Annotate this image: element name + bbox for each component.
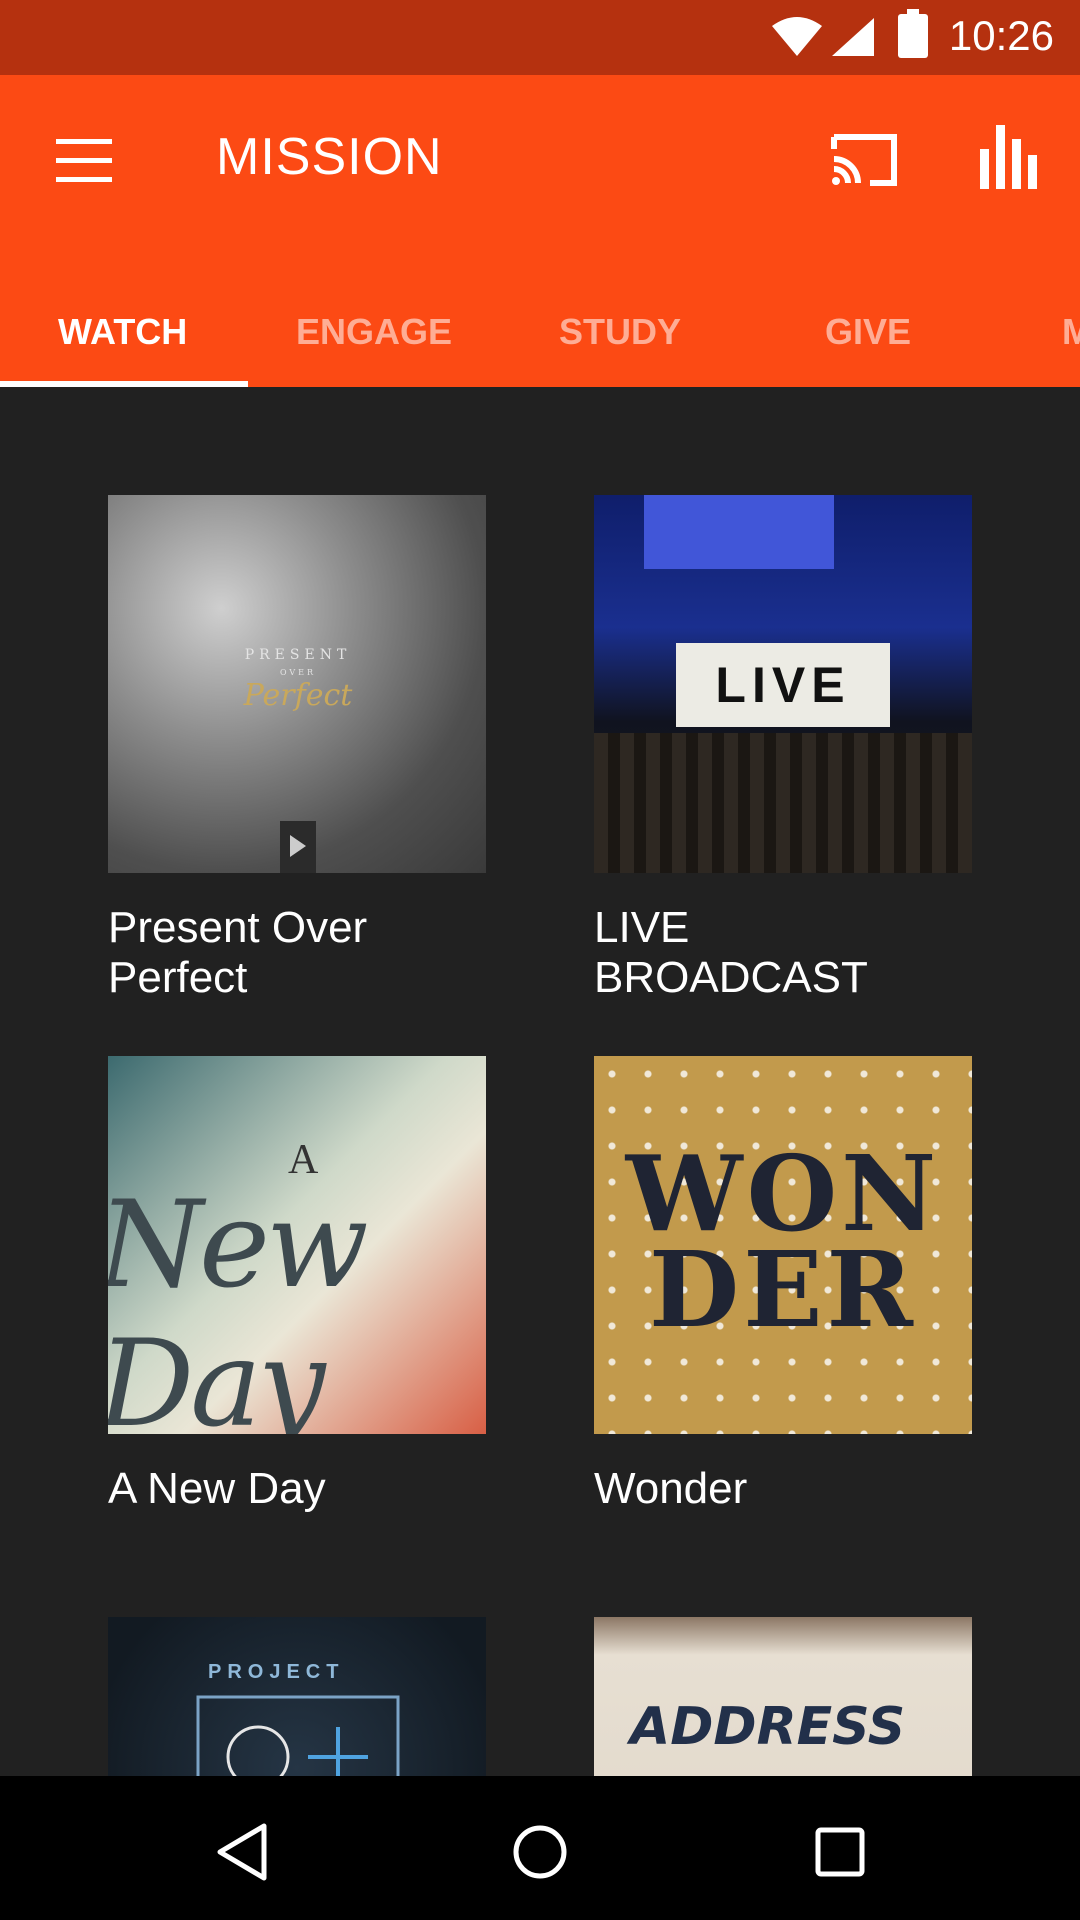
card-title: LIVE BROADCAST bbox=[594, 903, 868, 1002]
recents-icon[interactable] bbox=[812, 1822, 868, 1882]
card-present-over-perfect[interactable]: PRESENT OVER Perfect Present Over Perfec… bbox=[108, 495, 486, 1003]
status-time: 10:26 bbox=[948, 12, 1054, 59]
card-title: A New Day bbox=[108, 1464, 326, 1513]
tab-more[interactable]: M bbox=[1062, 273, 1080, 387]
card-thumbnail: ADDRESS bbox=[594, 1617, 972, 1776]
thumb-word: OVER bbox=[280, 668, 316, 677]
tab-give[interactable]: GIVE bbox=[825, 273, 911, 387]
wifi-icon bbox=[772, 17, 822, 56]
back-icon[interactable] bbox=[214, 1822, 270, 1882]
crowd bbox=[594, 733, 972, 873]
app-bar: MISSION WATCH ENGAGE STUDY GIVE M bbox=[0, 75, 1080, 387]
stats-icon[interactable] bbox=[980, 125, 1038, 189]
card-thumbnail: WON DER bbox=[594, 1056, 972, 1434]
menu-icon[interactable] bbox=[56, 139, 112, 185]
card-thumbnail: PRESENT OVER Perfect bbox=[108, 495, 486, 873]
card-thumbnail: A New Day bbox=[108, 1056, 486, 1434]
card-wonder[interactable]: WON DER Wonder bbox=[594, 1056, 972, 1514]
tab-study[interactable]: STUDY bbox=[559, 273, 681, 387]
signal-icon bbox=[832, 18, 874, 56]
battery-icon bbox=[898, 9, 928, 58]
system-nav-bar bbox=[0, 1776, 1080, 1920]
thumb-word: ADDRESS bbox=[630, 1697, 906, 1757]
card-title: Wonder bbox=[594, 1464, 748, 1513]
card-project[interactable]: PROJECT bbox=[108, 1617, 486, 1776]
card-a-new-day[interactable]: A New Day A New Day bbox=[108, 1056, 486, 1514]
thumb-word-group: WON DER bbox=[624, 1142, 942, 1351]
tab-bar: WATCH ENGAGE STUDY GIVE M bbox=[0, 273, 1080, 387]
thumb-word: PRESENT bbox=[245, 647, 352, 663]
play-icon bbox=[280, 821, 316, 873]
live-badge: LIVE bbox=[676, 643, 890, 727]
thumb-text-overlay: PRESENT OVER Perfect bbox=[243, 647, 354, 713]
card-thumbnail: LIVE bbox=[594, 495, 972, 873]
thumb-word: Perfect bbox=[243, 678, 354, 713]
card-title: Present Over Perfect bbox=[108, 903, 368, 1002]
status-bar: 10:26 bbox=[0, 0, 1080, 75]
media-grid: PRESENT OVER Perfect Present Over Perfec… bbox=[0, 387, 1080, 1776]
stage-screen bbox=[644, 495, 834, 569]
thumb-artwork bbox=[196, 1695, 400, 1776]
card-live-broadcast[interactable]: LIVE LIVE BROADCAST bbox=[594, 495, 972, 1003]
home-icon[interactable] bbox=[512, 1822, 568, 1882]
card-thumbnail: PROJECT bbox=[108, 1617, 486, 1776]
tab-watch[interactable]: WATCH bbox=[58, 273, 187, 387]
card-address[interactable]: ADDRESS bbox=[594, 1617, 972, 1776]
app-title: MISSION bbox=[216, 128, 443, 186]
cast-icon[interactable] bbox=[830, 131, 898, 187]
thumb-word: DER bbox=[649, 1228, 917, 1351]
tab-engage[interactable]: ENGAGE bbox=[296, 273, 452, 387]
thumb-word: New Day bbox=[108, 1176, 369, 1434]
